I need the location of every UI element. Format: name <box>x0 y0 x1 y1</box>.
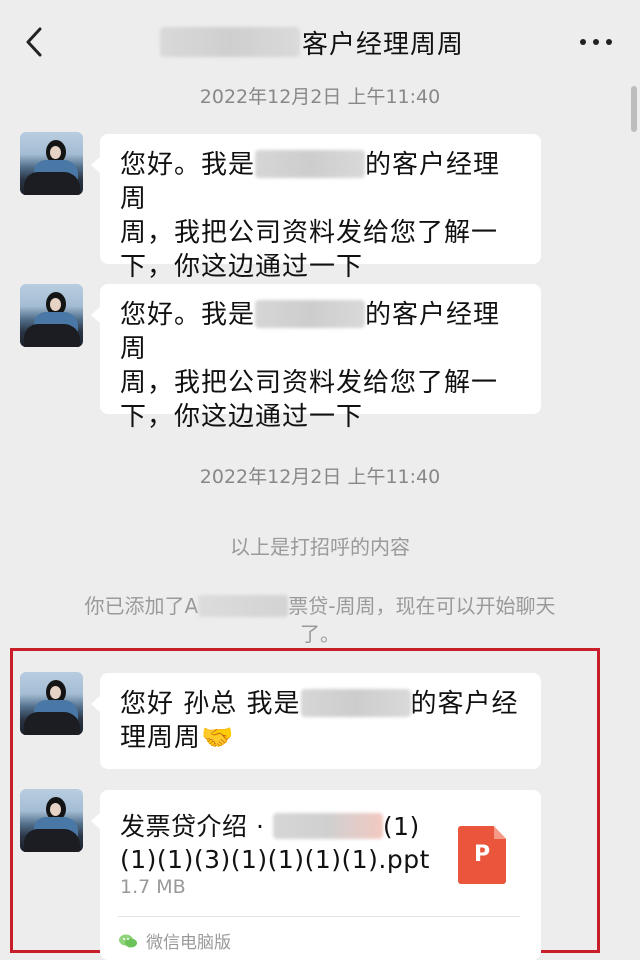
file-message[interactable]: 发票贷介绍 · (1) (1)(1)(3)(1)(1)(1)(1).ppt 1.… <box>91 790 541 960</box>
message-bubble[interactable]: 您好。我是 的客户经理周 周，我把公司资料发给您了解一 下，你这边通过一下 <box>91 134 541 282</box>
chat-title-text: 客户经理周周 <box>302 29 465 60</box>
avatar[interactable] <box>20 789 83 852</box>
system-note-greeting: 以上是打招呼的内容 <box>230 535 410 559</box>
message-text: 您好 孙总 我是 <box>120 689 301 719</box>
chevron-left-icon <box>26 27 42 57</box>
message-text: 周，我把公司资料发给您了解一 <box>120 368 499 398</box>
timestamp: 2022年12月2日 上午11:40 <box>199 86 441 108</box>
file-source: 微信电脑版 <box>118 928 231 953</box>
avatar[interactable] <box>20 284 83 347</box>
message-text: 您好。我是 <box>120 300 256 330</box>
ppt-icon-letter: P <box>473 842 491 867</box>
redacted-company <box>255 299 366 328</box>
redacted-contact <box>198 594 289 617</box>
file-size: 1.7 MB <box>120 876 186 898</box>
redacted-name <box>160 27 300 57</box>
wechat-icon <box>119 934 137 947</box>
message-bubble[interactable]: 您好。我是 的客户经理周 周，我把公司资料发给您了解一 下，你这边通过一下 <box>91 284 541 432</box>
back-button[interactable] <box>18 22 50 62</box>
avatar[interactable] <box>20 132 83 195</box>
chat-header: 客户经理周周 <box>0 0 640 84</box>
message-text: 的客户经 <box>410 689 519 719</box>
divider <box>118 916 520 917</box>
redacted-company <box>255 149 366 178</box>
more-options-button[interactable] <box>580 36 612 48</box>
file-name: 发票贷介绍 · (1) (1)(1)(3)(1)(1)(1)(1).ppt <box>120 812 430 874</box>
message-text: 理周周🤝 <box>120 723 235 753</box>
source-label: 微信电脑版 <box>146 933 231 953</box>
message-text: 下，你这边通过一下 <box>120 252 364 282</box>
redacted-company <box>300 688 411 717</box>
redacted-filename <box>272 813 383 839</box>
message-text: 周，我把公司资料发给您了解一 <box>120 218 499 248</box>
more-dots-icon <box>580 39 586 45</box>
message-text: 下，你这边通过一下 <box>120 402 364 432</box>
message-text: 您好。我是 <box>120 150 256 180</box>
message-bubble[interactable]: 您好 孙总 我是 的客户经 理周周🤝 <box>91 673 541 769</box>
chat-title: 客户经理周周 <box>160 22 464 62</box>
system-note-added: 你已添加了A 票贷-周周，现在可以开始聊天 了。 <box>84 594 556 646</box>
timestamp: 2022年12月2日 上午11:40 <box>199 466 441 488</box>
avatar[interactable] <box>20 672 83 735</box>
